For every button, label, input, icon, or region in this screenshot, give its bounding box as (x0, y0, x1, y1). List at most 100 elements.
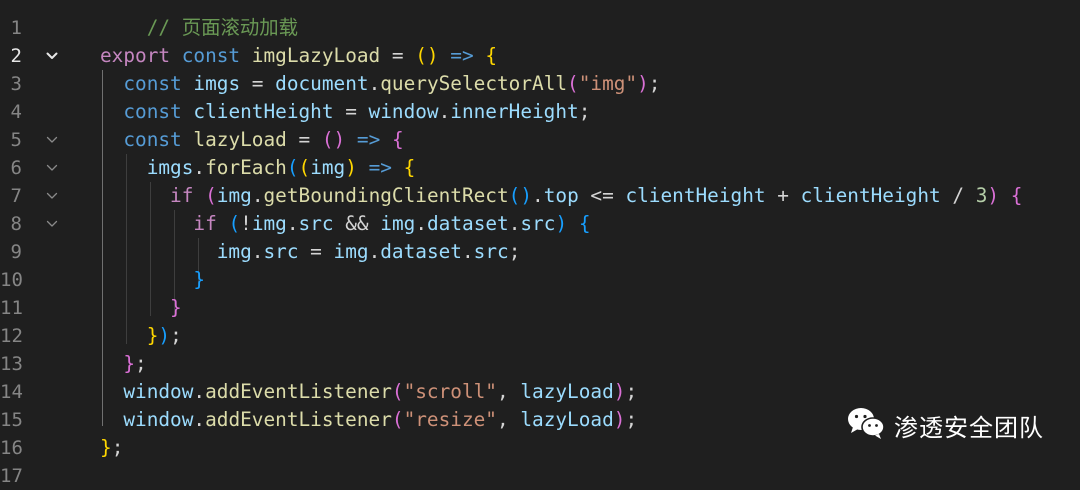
code-text[interactable]: }); (100, 322, 182, 350)
code-line[interactable]: 3 const imgs = document.querySelectorAll… (0, 70, 1080, 98)
code-line[interactable]: 12 }); (0, 322, 1080, 350)
code-token: imgs (193, 72, 241, 95)
code-text[interactable]: imgs.forEach((img) => { (100, 154, 416, 182)
code-line[interactable]: 6 imgs.forEach((img) => { (0, 154, 1080, 182)
code-text[interactable]: if (img.getBoundingClientRect().top <= c… (100, 182, 1022, 210)
code-line[interactable]: 13 }; (0, 350, 1080, 378)
code-token: src (298, 212, 334, 235)
code-token: + (765, 184, 801, 207)
code-token: src (473, 240, 509, 263)
code-line[interactable]: 5 const lazyLoad = () => { (0, 126, 1080, 154)
code-token: . (461, 240, 474, 263)
code-text[interactable]: // 页面滚动加载 (100, 14, 298, 42)
code-token: if (193, 212, 217, 235)
code-line[interactable]: 9 img.src = img.dataset.src; (0, 238, 1080, 266)
code-token: ) (345, 156, 357, 179)
code-line[interactable]: 11 } (0, 294, 1080, 322)
line-number: 4 (10, 101, 22, 123)
code-token: ; (625, 380, 638, 403)
code-token: ! (240, 212, 252, 235)
code-token: () (508, 184, 533, 207)
code-line[interactable]: 2 export const imgLazyLoad = () => { (0, 42, 1080, 70)
code-token: . (368, 72, 381, 95)
code-token: clientHeight (800, 184, 941, 207)
line-number: 17 (0, 465, 23, 487)
code-token: src (520, 212, 556, 235)
wechat-icon (846, 406, 886, 444)
code-text[interactable]: if (!img.src && img.dataset.src) { (100, 210, 590, 238)
code-line[interactable]: 14 window.addEventListener("scroll", laz… (0, 378, 1080, 406)
code-token: . (368, 240, 381, 263)
code-token: . (193, 156, 206, 179)
code-text[interactable]: export const imgLazyLoad = () => { (100, 42, 497, 70)
code-line[interactable]: 1 // 页面滚动加载 (0, 14, 1080, 42)
code-token: . (193, 408, 206, 431)
code-token: } (146, 324, 159, 347)
code-token: 3 (975, 184, 988, 207)
code-token: ; (648, 72, 661, 95)
code-token: window (123, 408, 194, 431)
fold-chevron-icon[interactable] (44, 182, 60, 210)
code-text[interactable]: } (100, 294, 182, 322)
fold-chevron-icon[interactable] (44, 126, 60, 154)
code-text[interactable]: const imgs = document.querySelectorAll("… (100, 70, 660, 98)
line-number: 2 (10, 45, 22, 67)
code-token: { (403, 156, 416, 179)
code-token: dataset (380, 240, 462, 263)
code-text[interactable]: window.addEventListener("scroll", lazyLo… (100, 378, 637, 406)
code-line[interactable]: 10 } (0, 266, 1080, 294)
code-token: => (368, 156, 392, 179)
code-token: img (380, 212, 416, 235)
code-token: () (415, 44, 439, 67)
code-token: } (193, 268, 206, 291)
code-line[interactable]: 4 const clientHeight = window.innerHeigh… (0, 98, 1080, 126)
code-token: . (251, 184, 264, 207)
line-number: 10 (0, 269, 23, 291)
code-line[interactable]: 17 (0, 462, 1080, 490)
code-token: ; (170, 324, 182, 347)
code-token: "scroll" (403, 380, 497, 403)
line-number: 5 (10, 129, 22, 151)
code-token: "resize" (403, 408, 497, 431)
code-text[interactable]: const clientHeight = window.innerHeight; (100, 98, 590, 126)
code-text[interactable]: }; (100, 434, 123, 462)
fold-chevron-icon[interactable] (44, 42, 60, 70)
fold-chevron-icon[interactable] (44, 210, 60, 238)
code-line[interactable]: 8 if (!img.src && img.dataset.src) { (0, 210, 1080, 238)
code-token: . (508, 212, 521, 235)
code-text[interactable]: img.src = img.dataset.src; (100, 238, 521, 266)
code-text[interactable]: const lazyLoad = () => { (100, 126, 404, 154)
code-token: export (100, 44, 171, 67)
code-token: && (333, 212, 381, 235)
code-text[interactable]: } (100, 266, 205, 294)
code-token: innerHeight (450, 100, 579, 123)
fold-chevron-icon[interactable] (44, 154, 60, 182)
code-token: ) (158, 324, 171, 347)
code-text[interactable]: window.addEventListener("resize", lazyLo… (100, 406, 637, 434)
code-token: clientHeight (625, 184, 766, 207)
code-line[interactable]: 7 if (img.getBoundingClientRect().top <=… (0, 182, 1080, 210)
code-token: <= (578, 184, 626, 207)
line-number: 16 (0, 437, 23, 459)
code-editor[interactable]: 1 // 页面滚动加载 2 export const imgLazyLoad = (… (0, 0, 1080, 487)
code-text[interactable]: }; (100, 350, 146, 378)
code-token: addEventListener (205, 380, 392, 403)
code-token: { (1010, 184, 1023, 207)
code-token: { (391, 128, 404, 151)
code-token: ; (578, 100, 591, 123)
code-token: / (940, 184, 976, 207)
code-token: ) (613, 380, 626, 403)
